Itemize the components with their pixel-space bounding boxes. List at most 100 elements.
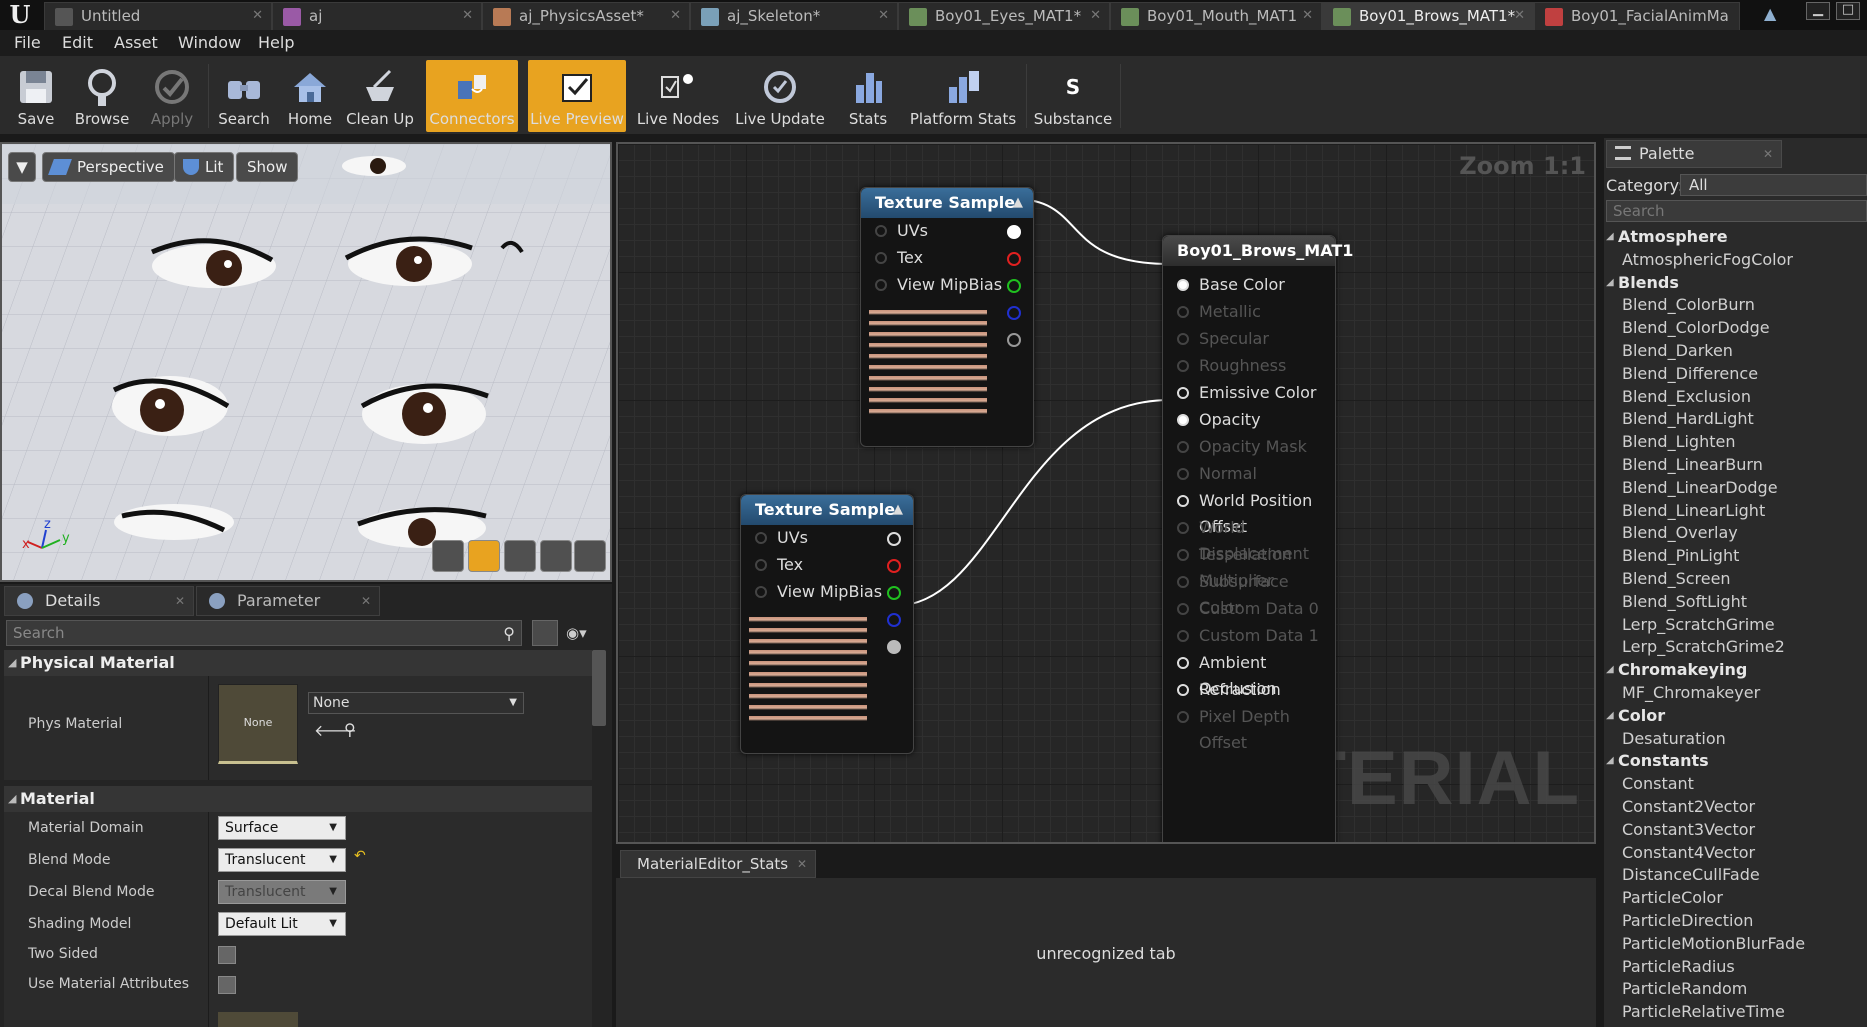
- palette-category[interactable]: ◢ Constants: [1604, 750, 1867, 773]
- rgb-output-pin-icon[interactable]: [1007, 225, 1021, 239]
- preview-viewport[interactable]: x z y ▼ Perspective Lit Show: [0, 142, 612, 582]
- palette-item[interactable]: AtmosphericFogColor: [1604, 249, 1867, 272]
- browse-button[interactable]: Browse: [70, 60, 134, 132]
- lit-button[interactable]: Lit: [174, 152, 235, 182]
- close-icon[interactable]: ✕: [175, 587, 185, 615]
- palette-item[interactable]: Blend_ColorBurn: [1604, 294, 1867, 317]
- palette-item[interactable]: Blend_Screen: [1604, 568, 1867, 591]
- material-graph[interactable]: Zoom 1:1 MATERIAL Texture Sample ▲ UVs T…: [616, 142, 1596, 844]
- use-material-attributes-checkbox[interactable]: [218, 976, 236, 994]
- pin-tex[interactable]: Tex: [741, 552, 913, 578]
- phys-material-combo[interactable]: None ▼: [308, 692, 524, 714]
- palette-item[interactable]: ParticleMotionBlurFade: [1604, 933, 1867, 956]
- material-input-pin-row[interactable]: Pixel Depth Offset: [1163, 704, 1335, 752]
- material-domain-combo[interactable]: Surface ▼: [218, 816, 346, 840]
- close-icon[interactable]: ✕: [1514, 3, 1525, 29]
- tab-aj-physicsasset[interactable]: aj_PhysicsAsset* ✕: [482, 2, 690, 30]
- details-scrollbar[interactable]: [592, 650, 606, 726]
- palette-item[interactable]: Blend_LinearLight: [1604, 500, 1867, 523]
- close-icon[interactable]: ✕: [462, 3, 473, 29]
- input-pin-icon[interactable]: [1177, 387, 1189, 399]
- palette-item[interactable]: ParticleDirection: [1604, 910, 1867, 933]
- input-pin-icon[interactable]: [1177, 522, 1189, 534]
- palette-item[interactable]: Blend_Darken: [1604, 340, 1867, 363]
- close-icon[interactable]: ✕: [1302, 3, 1313, 29]
- input-pin-icon[interactable]: [1177, 684, 1189, 696]
- g-output-pin-icon[interactable]: [887, 586, 901, 600]
- material-input-pin-row[interactable]: Metallic: [1163, 299, 1335, 325]
- input-pin-icon[interactable]: [755, 586, 767, 598]
- perspective-button[interactable]: Perspective: [42, 152, 175, 182]
- tab-materialeditor-stats[interactable]: MaterialEditor_Stats ✕: [620, 850, 816, 878]
- pin-uvs[interactable]: UVs: [861, 218, 1033, 244]
- tab-parameter-default[interactable]: Parameter Default ✕: [196, 586, 380, 638]
- section-physical-material[interactable]: ◢ Physical Material: [4, 650, 592, 676]
- palette-item[interactable]: DistanceCullFade: [1604, 864, 1867, 887]
- palette-item[interactable]: ParticleColor: [1604, 887, 1867, 910]
- material-input-pin-row[interactable]: Refraction: [1163, 677, 1335, 703]
- input-pin-icon[interactable]: [1177, 549, 1189, 561]
- shading-model-combo[interactable]: Default Lit ▼: [218, 912, 346, 936]
- input-pin-icon[interactable]: [755, 532, 767, 544]
- material-result-node[interactable]: Boy01_Brows_MAT1 Base Color Metallic Specu…: [1162, 235, 1353, 842]
- palette-item[interactable]: Constant3Vector: [1604, 819, 1867, 842]
- pin-uvs[interactable]: UVs: [741, 525, 913, 551]
- clean-up-button[interactable]: Clean Up: [344, 60, 416, 132]
- menu-edit[interactable]: Edit: [62, 33, 93, 52]
- a-output-pin-icon[interactable]: [887, 640, 901, 654]
- phys-material-thumbnail[interactable]: None: [218, 684, 298, 764]
- live-preview-button[interactable]: Live Preview: [528, 60, 626, 132]
- palette-item[interactable]: Blend_Overlay: [1604, 522, 1867, 545]
- input-pin-icon[interactable]: [1177, 603, 1189, 615]
- r-output-pin-icon[interactable]: [1007, 252, 1021, 266]
- palette-item[interactable]: ParticleRandom: [1604, 978, 1867, 1001]
- input-pin-icon[interactable]: [1177, 468, 1189, 480]
- input-pin-icon[interactable]: [1177, 711, 1189, 723]
- material-input-pin-row[interactable]: Normal: [1163, 461, 1335, 487]
- node-title[interactable]: Texture Sample ▲: [741, 495, 913, 525]
- close-icon[interactable]: ✕: [878, 3, 889, 29]
- palette-item[interactable]: Constant4Vector: [1604, 842, 1867, 865]
- tab-palette[interactable]: Palette ✕: [1606, 140, 1782, 168]
- palette-category[interactable]: ◢ Atmosphere: [1604, 226, 1867, 249]
- cube-preview-icon[interactable]: [540, 540, 572, 572]
- reset-to-default-icon[interactable]: ↶: [354, 848, 366, 864]
- plane-preview-icon[interactable]: [504, 540, 536, 572]
- menu-file[interactable]: File: [14, 33, 41, 52]
- minimize-button[interactable]: ▁: [1806, 2, 1830, 20]
- tab-boy01-mouth-mat1[interactable]: Boy01_Mouth_MAT1 ✕: [1110, 2, 1322, 30]
- apply-button[interactable]: Apply: [140, 60, 204, 132]
- graduation-cap-icon[interactable]: ▲: [1764, 4, 1786, 24]
- palette-item[interactable]: Constant2Vector: [1604, 796, 1867, 819]
- r-output-pin-icon[interactable]: [887, 559, 901, 573]
- node-title[interactable]: Texture Sample ▲: [861, 188, 1033, 218]
- home-button[interactable]: Home: [280, 60, 340, 132]
- b-output-pin-icon[interactable]: [1007, 306, 1021, 320]
- category-combo[interactable]: All: [1680, 174, 1867, 196]
- tab-boy01-eyes-mat1[interactable]: Boy01_Eyes_MAT1* ✕: [898, 2, 1110, 30]
- palette-item[interactable]: Blend_PinLight: [1604, 545, 1867, 568]
- stats-button[interactable]: Stats: [838, 60, 898, 132]
- tab-untitled[interactable]: Untitled ✕: [44, 2, 272, 30]
- input-pin-icon[interactable]: [1177, 279, 1189, 291]
- palette-item[interactable]: Blend_Exclusion: [1604, 386, 1867, 409]
- close-icon[interactable]: ✕: [797, 851, 807, 877]
- search-button[interactable]: Search: [212, 60, 276, 132]
- input-pin-icon[interactable]: [755, 559, 767, 571]
- input-pin-icon[interactable]: [875, 252, 887, 264]
- tab-aj[interactable]: aj ✕: [272, 2, 482, 30]
- input-pin-icon[interactable]: [875, 225, 887, 237]
- unreal-logo-icon[interactable]: U: [4, 1, 36, 29]
- material-input-pin-row[interactable]: World Position Offset: [1163, 488, 1335, 536]
- platform-stats-button[interactable]: Platform Stats: [908, 60, 1018, 132]
- g-output-pin-icon[interactable]: [1007, 279, 1021, 293]
- input-pin-icon[interactable]: [1177, 414, 1189, 426]
- a-output-pin-icon[interactable]: [1007, 333, 1021, 347]
- input-pin-icon[interactable]: [1177, 630, 1189, 642]
- cylinder-preview-icon[interactable]: [432, 540, 464, 572]
- palette-item[interactable]: Lerp_ScratchGrime: [1604, 614, 1867, 637]
- tab-boy01-facialanim[interactable]: Boy01_FacialAnimMa: [1534, 2, 1740, 30]
- palette-item[interactable]: ParticleRelativeTime: [1604, 1001, 1867, 1024]
- material-input-pin-row[interactable]: Specular: [1163, 326, 1335, 352]
- palette-category[interactable]: ◢ Chromakeying: [1604, 659, 1867, 682]
